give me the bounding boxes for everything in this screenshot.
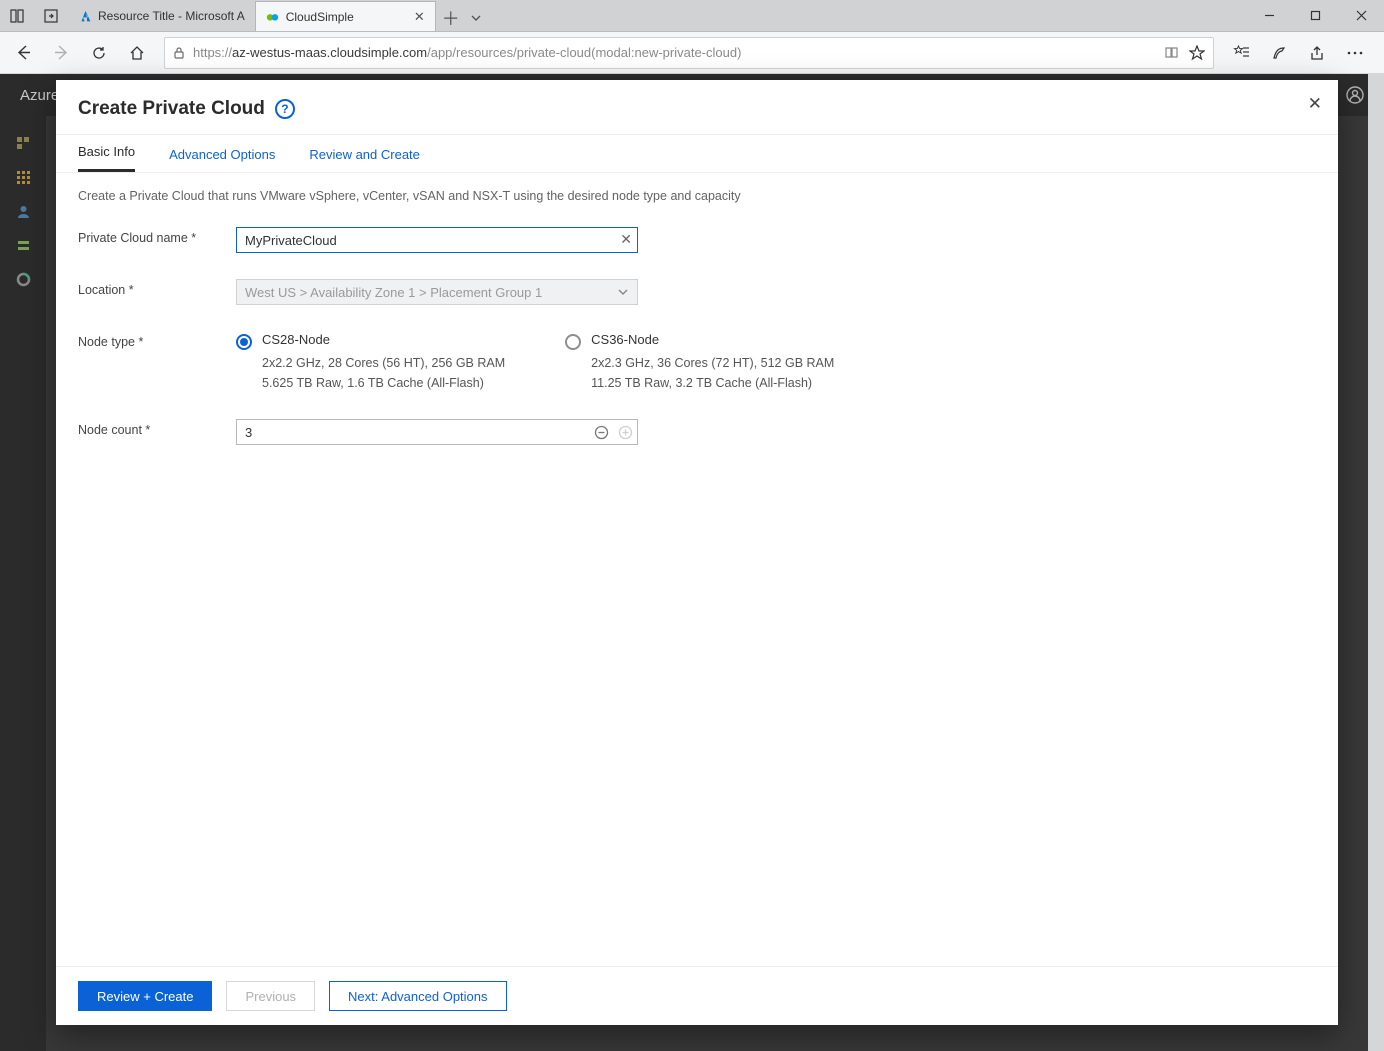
location-select[interactable]: West US > Availability Zone 1 > Placemen… bbox=[236, 279, 638, 305]
radio-cs36-node[interactable]: CS36-Node bbox=[565, 331, 834, 347]
browser-tab-azure[interactable]: Resource Title - Microsoft A bbox=[68, 1, 256, 31]
chevron-down-icon bbox=[617, 286, 629, 298]
label-private-cloud-name: Private Cloud name * bbox=[78, 227, 236, 245]
nav-back-button[interactable] bbox=[6, 36, 40, 70]
browser-scrollbar[interactable] bbox=[1368, 74, 1384, 1051]
tab-review-create[interactable]: Review and Create bbox=[309, 147, 420, 172]
new-tab-button[interactable]: ＋ bbox=[442, 5, 460, 31]
reading-view-icon[interactable] bbox=[1164, 45, 1179, 61]
increment-button[interactable] bbox=[613, 420, 637, 444]
tab-advanced-options[interactable]: Advanced Options bbox=[169, 147, 275, 172]
close-window-button[interactable] bbox=[1338, 0, 1384, 32]
location-value: West US > Availability Zone 1 > Placemen… bbox=[245, 285, 542, 300]
clear-input-icon[interactable]: ✕ bbox=[620, 231, 632, 248]
refresh-button[interactable] bbox=[82, 36, 116, 70]
minimize-button[interactable] bbox=[1246, 0, 1292, 32]
modal-close-button[interactable]: ✕ bbox=[1308, 94, 1322, 114]
nav-forward-button[interactable] bbox=[44, 36, 78, 70]
sidebar-item-network[interactable] bbox=[0, 228, 46, 262]
node-count-stepper bbox=[236, 419, 638, 445]
browser-toolbar: https://az-westus-maas.cloudsimple.com/a… bbox=[0, 32, 1384, 74]
modal-title: Create Private Cloud bbox=[78, 98, 265, 120]
tab-actions-icon[interactable] bbox=[0, 9, 34, 23]
next-advanced-button[interactable]: Next: Advanced Options bbox=[329, 981, 506, 1011]
browser-tabstrip: Resource Title - Microsoft A CloudSimple… bbox=[0, 0, 1384, 32]
modal-description: Create a Private Cloud that runs VMware … bbox=[78, 189, 1316, 203]
radio-cs28-node[interactable]: CS28-Node bbox=[236, 331, 505, 347]
favorite-star-icon[interactable] bbox=[1189, 45, 1205, 61]
address-bar[interactable]: https://az-westus-maas.cloudsimple.com/a… bbox=[164, 37, 1214, 69]
modal-tabs: Basic Info Advanced Options Review and C… bbox=[56, 135, 1338, 173]
close-tab-icon[interactable]: ✕ bbox=[414, 9, 425, 25]
browser-tab-cloudsimple[interactable]: CloudSimple ✕ bbox=[256, 1, 436, 31]
node-count-input[interactable] bbox=[237, 425, 589, 440]
lock-icon bbox=[173, 46, 185, 59]
azure-favicon-icon bbox=[78, 9, 92, 23]
cs28-spec-line1: 2x2.2 GHz, 28 Cores (56 HT), 256 GB RAM bbox=[262, 353, 505, 373]
cs36-spec-line2: 11.25 TB Raw, 3.2 TB Cache (All-Flash) bbox=[591, 373, 834, 393]
decrement-button[interactable] bbox=[589, 420, 613, 444]
url-text: https://az-westus-maas.cloudsimple.com/a… bbox=[193, 45, 1156, 60]
sidebar-item-activity[interactable] bbox=[0, 262, 46, 296]
maximize-button[interactable] bbox=[1292, 0, 1338, 32]
favorites-list-icon[interactable] bbox=[1224, 36, 1258, 70]
private-cloud-name-input[interactable] bbox=[236, 227, 638, 253]
tab-basic-info[interactable]: Basic Info bbox=[78, 144, 135, 172]
label-node-type: Node type * bbox=[78, 331, 236, 349]
cloudsimple-favicon-icon bbox=[266, 10, 280, 24]
notes-icon[interactable] bbox=[1262, 36, 1296, 70]
set-aside-icon[interactable] bbox=[34, 9, 68, 23]
sidebar-item-account[interactable] bbox=[0, 194, 46, 228]
app-sidebar bbox=[0, 116, 46, 1051]
sidebar-item-resources[interactable] bbox=[0, 160, 46, 194]
label-location: Location * bbox=[78, 279, 236, 297]
previous-button: Previous bbox=[226, 981, 315, 1011]
home-button[interactable] bbox=[120, 36, 154, 70]
modal-footer: Review + Create Previous Next: Advanced … bbox=[56, 966, 1338, 1025]
tab-title: Resource Title - Microsoft A bbox=[98, 9, 245, 23]
tab-title: CloudSimple bbox=[286, 10, 408, 24]
label-node-count: Node count * bbox=[78, 419, 236, 437]
help-circle-icon[interactable]: ? bbox=[275, 99, 295, 119]
cs28-spec-line2: 5.625 TB Raw, 1.6 TB Cache (All-Flash) bbox=[262, 373, 505, 393]
tab-dropdown-icon[interactable] bbox=[470, 12, 482, 24]
review-create-button[interactable]: Review + Create bbox=[78, 981, 212, 1011]
sidebar-item-dashboard[interactable] bbox=[0, 126, 46, 160]
more-icon[interactable] bbox=[1338, 36, 1372, 70]
cs36-spec-line1: 2x2.3 GHz, 36 Cores (72 HT), 512 GB RAM bbox=[591, 353, 834, 373]
share-icon[interactable] bbox=[1300, 36, 1334, 70]
account-icon[interactable] bbox=[1346, 86, 1364, 104]
create-private-cloud-modal: Create Private Cloud ? ✕ Basic Info Adva… bbox=[56, 80, 1338, 1025]
